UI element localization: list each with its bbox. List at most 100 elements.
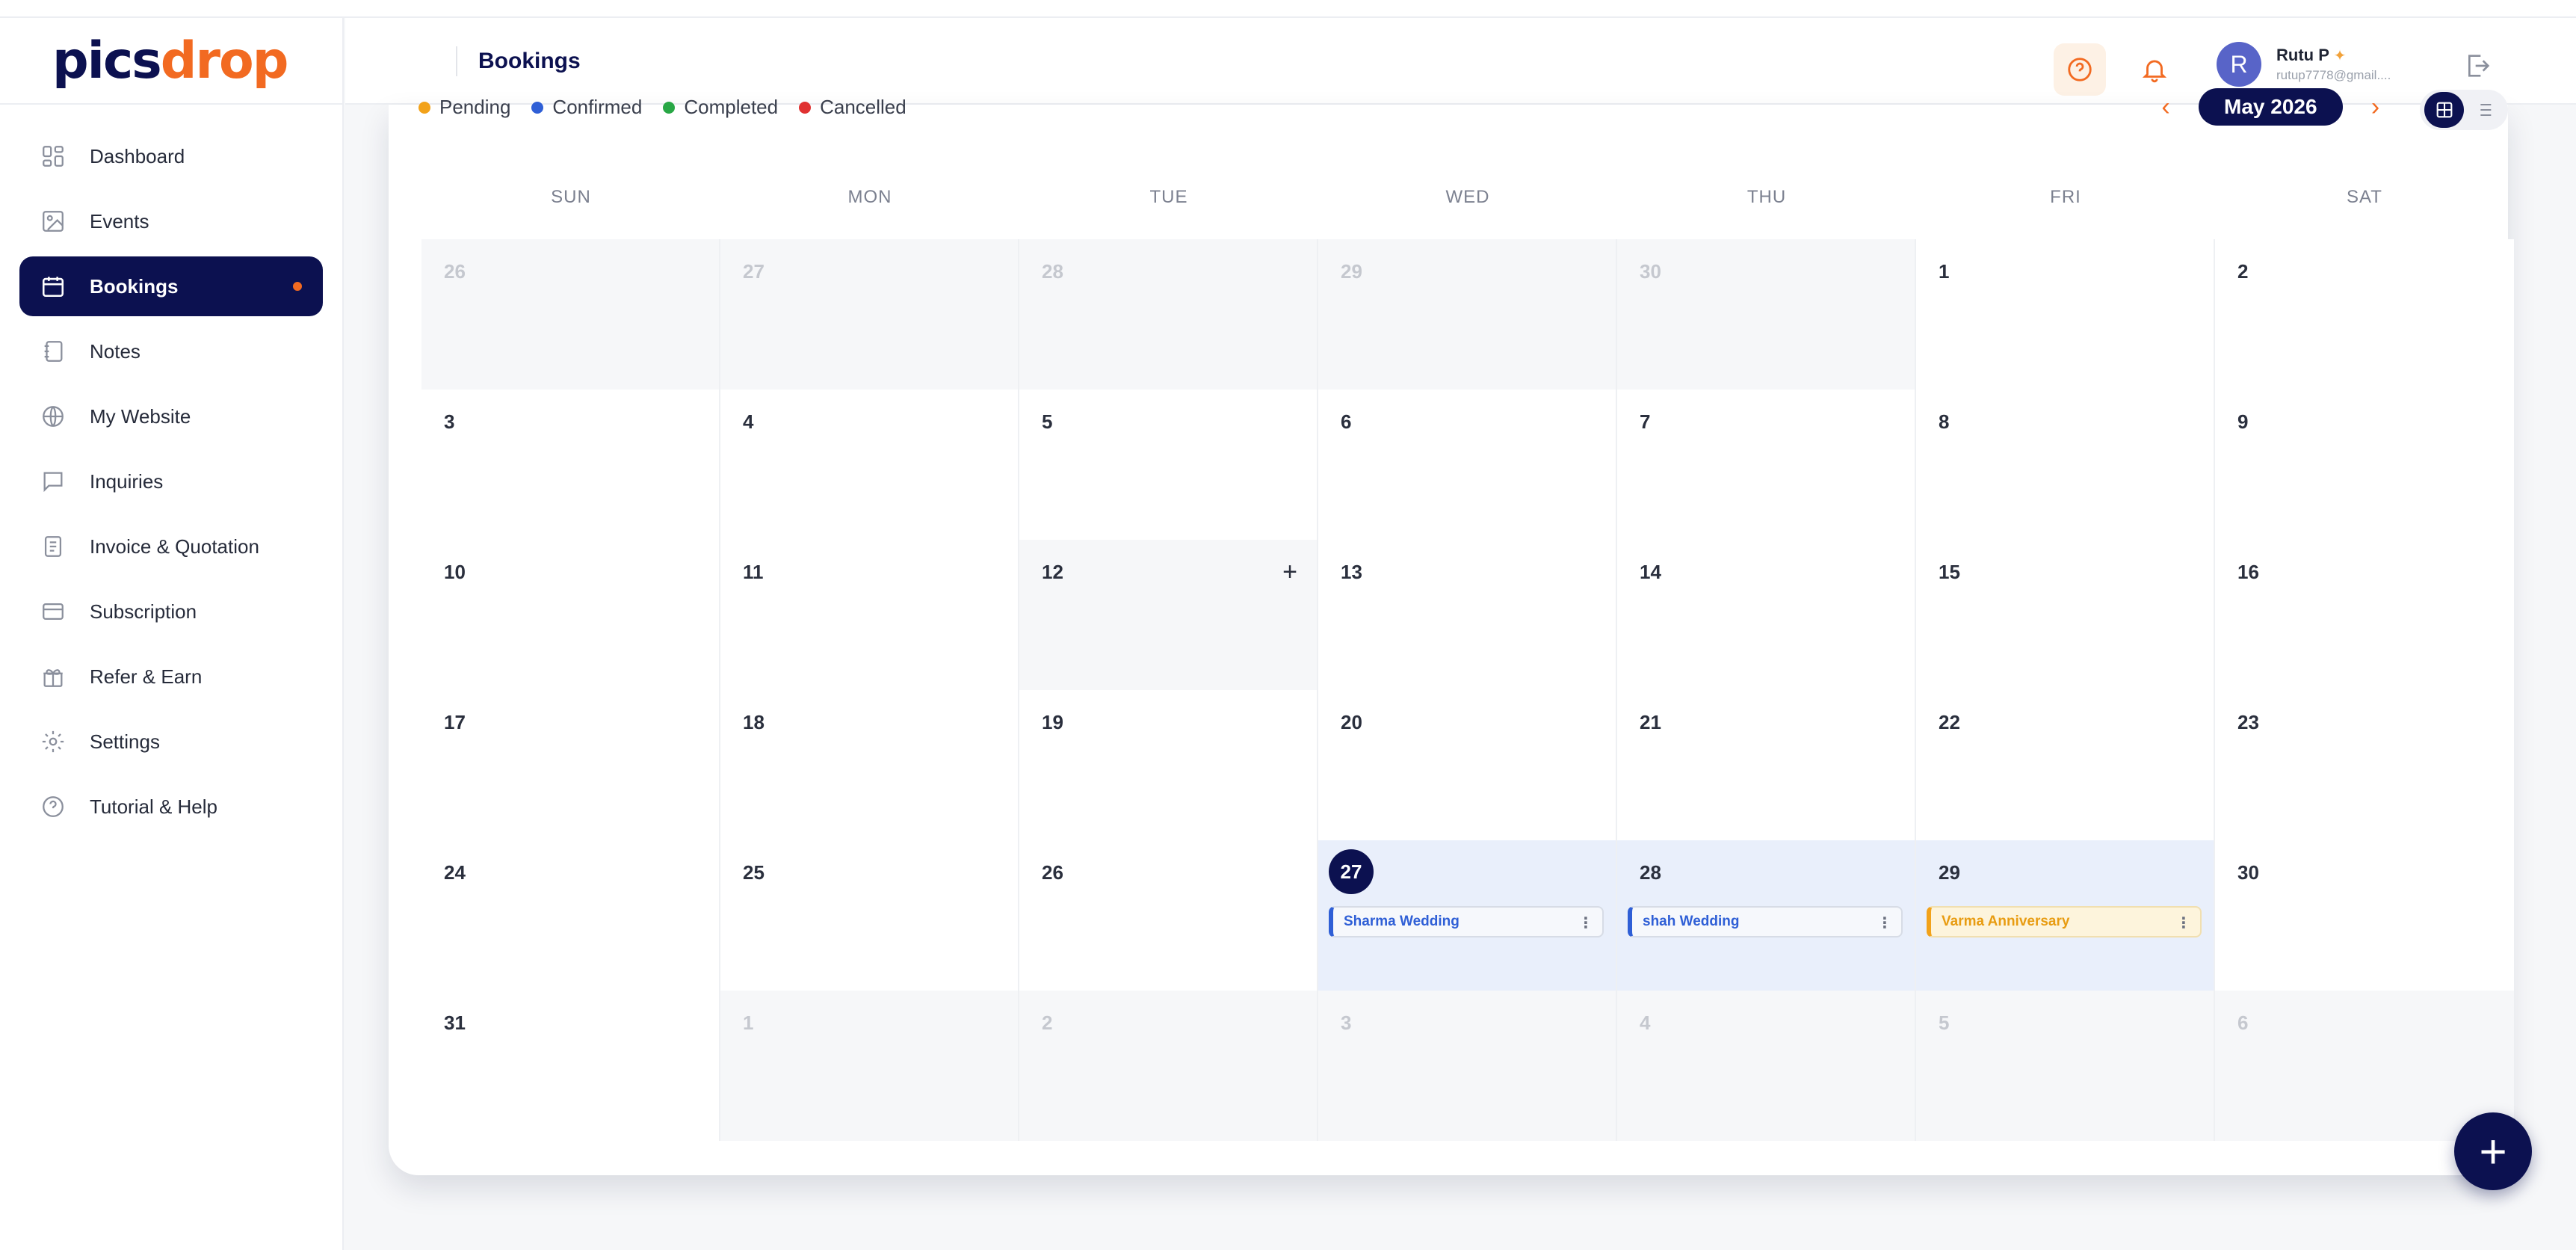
logo-text: picsdrop <box>52 31 288 90</box>
legend-completed: Completed <box>663 96 778 119</box>
calendar-week: 26 27 28 29 30 1 2 <box>421 239 2514 390</box>
calendar-day[interactable]: 28 <box>1019 239 1318 390</box>
weekday-fri: FRI <box>2050 187 2081 207</box>
list-icon <box>2474 99 2495 120</box>
calendar-day[interactable]: 4 <box>1617 991 1916 1141</box>
sidebar-item-my-website[interactable]: My Website <box>19 387 323 446</box>
day-number: 19 <box>1042 711 1063 733</box>
day-number: 6 <box>1341 410 1352 433</box>
calendar-day[interactable]: 14 <box>1617 540 1916 690</box>
calendar-day[interactable]: 30 <box>1617 239 1916 390</box>
sidebar-item-bookings[interactable]: Bookings <box>19 256 323 316</box>
sidebar-item-dashboard[interactable]: Dashboard <box>19 126 323 186</box>
calendar-day[interactable]: 1 <box>1916 239 2215 390</box>
booking-event-chip[interactable]: Sharma Wedding ⋮ <box>1329 906 1604 938</box>
calendar-day[interactable]: 13 <box>1318 540 1617 690</box>
add-booking-plus-icon[interactable]: + <box>1282 558 1297 587</box>
booking-event-chip[interactable]: Varma Anniversary ⋮ <box>1927 906 2202 938</box>
calendar-day[interactable]: 3 <box>421 390 720 540</box>
list-view-button[interactable] <box>2464 92 2504 128</box>
calendar-day[interactable]: 21 <box>1617 690 1916 840</box>
day-number: 12 <box>1042 561 1063 583</box>
help-button[interactable] <box>2054 43 2106 96</box>
calendar-grid: 26 27 28 29 30 1 2 3 4 5 6 7 8 9 10 11 1… <box>421 239 2514 1141</box>
calendar-day[interactable]: 15 <box>1916 540 2215 690</box>
calendar-day[interactable]: 1 <box>720 991 1019 1141</box>
sidebar-item-tutorial-help[interactable]: Tutorial & Help <box>19 777 323 837</box>
calendar-day[interactable]: 29 Varma Anniversary ⋮ <box>1916 840 2215 991</box>
day-number: 18 <box>743 711 765 733</box>
sidebar: picsdrop Dashboard Events Bookings Notes… <box>0 18 344 1250</box>
day-number: 1 <box>743 1012 754 1034</box>
grid-view-button[interactable] <box>2424 92 2464 128</box>
status-legend: Pending Confirmed Completed Cancelled <box>418 96 927 119</box>
day-number: 3 <box>444 410 455 433</box>
calendar-day[interactable]: 4 <box>720 390 1019 540</box>
day-number: 24 <box>444 861 466 884</box>
add-booking-fab[interactable]: + <box>2454 1112 2532 1190</box>
current-month-label[interactable]: May 2026 <box>2199 88 2343 126</box>
help-circle-icon <box>40 794 66 819</box>
prev-month-button[interactable]: ‹ <box>2151 92 2181 122</box>
calendar-day[interactable]: 2 <box>1019 991 1318 1141</box>
calendar-day[interactable]: 25 <box>720 840 1019 991</box>
next-month-button[interactable]: › <box>2361 92 2391 122</box>
user-email: rutup7778@gmail.... <box>2276 68 2391 82</box>
day-number: 16 <box>2237 561 2259 583</box>
calendar-day[interactable]: 26 <box>1019 840 1318 991</box>
calendar-day[interactable]: 30 <box>2215 840 2514 991</box>
sidebar-item-subscription[interactable]: Subscription <box>19 582 323 641</box>
more-vertical-icon[interactable]: ⋮ <box>1877 914 1892 932</box>
calendar-day[interactable]: 2 <box>2215 239 2514 390</box>
calendar-day[interactable]: 26 <box>421 239 720 390</box>
calendar-day[interactable]: 28 shah Wedding ⋮ <box>1617 840 1916 991</box>
sidebar-item-events[interactable]: Events <box>19 191 323 251</box>
calendar-icon <box>40 274 66 299</box>
window-top-strip <box>0 0 2576 18</box>
calendar-day[interactable]: 16 <box>2215 540 2514 690</box>
day-number: 4 <box>1640 1012 1651 1034</box>
sidebar-item-refer-earn[interactable]: Refer & Earn <box>19 647 323 706</box>
logo[interactable]: picsdrop <box>0 18 342 105</box>
calendar-day[interactable]: 22 <box>1916 690 2215 840</box>
calendar-week: 17 18 19 20 21 22 23 <box>421 690 2514 840</box>
day-number: 3 <box>1341 1012 1352 1034</box>
sidebar-item-invoice-quotation[interactable]: Invoice & Quotation <box>19 517 323 576</box>
day-number: 5 <box>1042 410 1053 433</box>
logout-button[interactable] <box>2463 51 2493 81</box>
question-icon <box>2066 55 2094 84</box>
sidebar-item-inquiries[interactable]: Inquiries <box>19 452 323 511</box>
calendar-day[interactable]: 8 <box>1916 390 2215 540</box>
calendar-day[interactable]: 9 <box>2215 390 2514 540</box>
calendar-day[interactable]: 3 <box>1318 991 1617 1141</box>
sidebar-item-notes[interactable]: Notes <box>19 321 323 381</box>
sidebar-item-settings[interactable]: Settings <box>19 712 323 772</box>
more-vertical-icon[interactable]: ⋮ <box>1578 914 1593 932</box>
calendar-day[interactable]: 24 <box>421 840 720 991</box>
globe-icon <box>40 404 66 429</box>
calendar-day[interactable]: 19 <box>1019 690 1318 840</box>
calendar-day[interactable]: 29 <box>1318 239 1617 390</box>
day-number: 22 <box>1939 711 1960 733</box>
chat-icon <box>40 469 66 494</box>
view-toggle <box>2420 90 2508 130</box>
calendar-day[interactable]: 27 <box>720 239 1019 390</box>
calendar-day-hovered[interactable]: 12 + <box>1019 540 1318 690</box>
calendar-day[interactable]: 10 <box>421 540 720 690</box>
calendar-day[interactable]: 31 <box>421 991 720 1141</box>
calendar-day[interactable]: 7 <box>1617 390 1916 540</box>
calendar-day[interactable]: 6 <box>2215 991 2514 1141</box>
booking-event-chip[interactable]: shah Wedding ⋮ <box>1628 906 1903 938</box>
dashboard-icon <box>40 144 66 169</box>
user-profile[interactable]: R Rutu P ✦ rutup7778@gmail.... <box>2217 34 2426 94</box>
calendar-day[interactable]: 5 <box>1019 390 1318 540</box>
calendar-day[interactable]: 6 <box>1318 390 1617 540</box>
calendar-day[interactable]: 17 <box>421 690 720 840</box>
calendar-day[interactable]: 20 <box>1318 690 1617 840</box>
calendar-day[interactable]: 5 <box>1916 991 2215 1141</box>
calendar-day[interactable]: 23 <box>2215 690 2514 840</box>
more-vertical-icon[interactable]: ⋮ <box>2176 914 2191 932</box>
calendar-day[interactable]: 18 <box>720 690 1019 840</box>
calendar-day-today[interactable]: 27 Sharma Wedding ⋮ <box>1318 840 1617 991</box>
calendar-day[interactable]: 11 <box>720 540 1019 690</box>
